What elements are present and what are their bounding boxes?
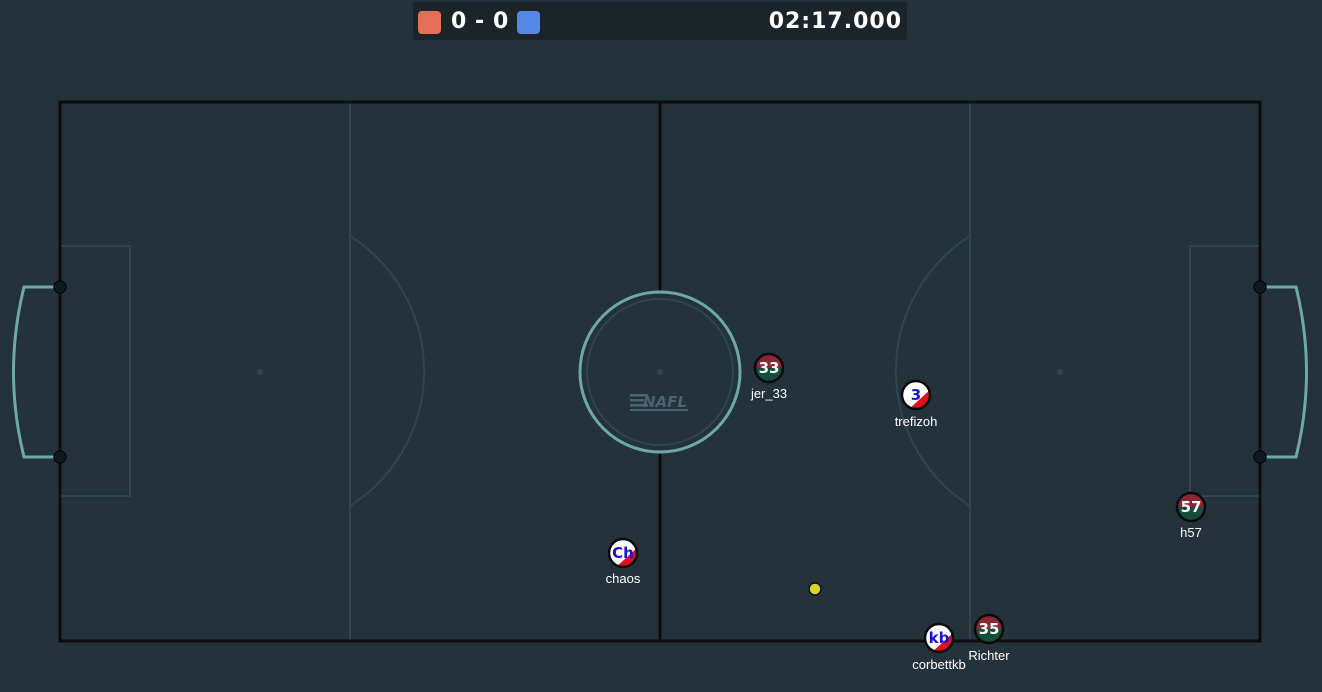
right-goal-post-top [1253,280,1267,294]
player-name: h57 [1180,525,1202,540]
player-avatar: kb [929,629,950,647]
player-name: chaos [606,571,641,586]
player-avatar: Ch [612,544,634,562]
player-avatar: 57 [1181,498,1202,516]
player-name: trefizoh [895,414,938,429]
player-corbettkb: kb corbettkb [912,622,966,672]
soccer-field: NAFL 33 jer_33 57 h57 35 Richter 3 trefi… [12,100,1308,672]
ball [808,582,822,596]
center-dot [657,369,663,375]
left-goal-post-top [53,280,67,294]
player-name: corbettkb [912,657,965,672]
player-trefizoh: 3 trefizoh [895,379,938,429]
player-avatar: 3 [911,386,921,404]
player-h57: 57 h57 [1175,491,1207,540]
right-goal [1260,285,1308,459]
right-penalty-spot [1057,369,1063,375]
player-jer-33: 33 jer_33 [750,352,787,401]
left-goal [12,285,60,459]
player-richter: 35 Richter [968,613,1010,663]
player-avatar: 35 [979,620,1000,638]
player-name: Richter [968,648,1010,663]
right-goal-post-bottom [1253,450,1267,464]
left-penalty-spot [257,369,263,375]
player-avatar: 33 [759,359,780,377]
league-logo: NAFL [630,393,688,411]
logo-text: NAFL [643,393,687,411]
left-goal-post-bottom [53,450,67,464]
player-chaos: Ch chaos [606,537,641,586]
player-name: jer_33 [750,386,787,401]
